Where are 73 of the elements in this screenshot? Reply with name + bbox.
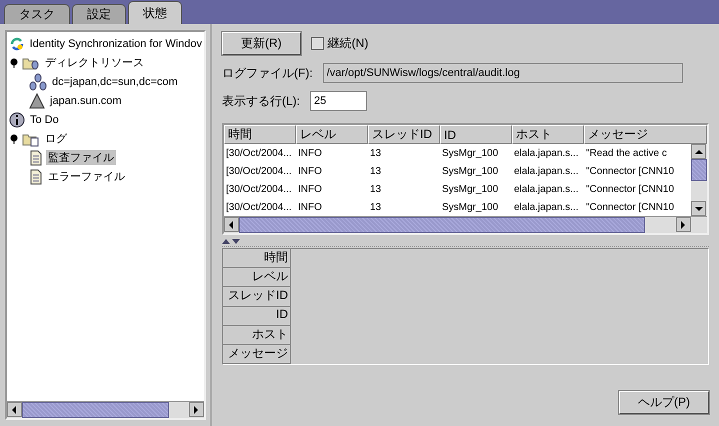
right-arrow-icon — [192, 406, 200, 414]
table-cell-text: 13 — [369, 184, 382, 194]
up-arrow-icon — [694, 148, 702, 156]
refresh-button[interactable]: 更新(R) — [222, 32, 301, 55]
expanded-handle-icon[interactable] — [9, 134, 19, 144]
sync-icon — [9, 36, 25, 52]
splitter-arrows-icon[interactable] — [222, 238, 240, 245]
table-cell-text: INFO — [297, 166, 323, 176]
right-arrow-icon — [680, 220, 688, 228]
left-arrow-icon — [228, 220, 236, 228]
tree-item[interactable]: japan.sun.com — [48, 94, 124, 106]
table-cell-text: [30/Oct/2004... — [225, 202, 293, 212]
log-file-field[interactable]: /var/opt/SUNWisw/logs/central/audit.log — [322, 63, 683, 83]
tab[interactable]: 状態 — [128, 1, 182, 24]
tree-item[interactable]: Identity Synchronization for Windov — [28, 38, 204, 50]
horizontal-scrollbar[interactable] — [224, 216, 707, 233]
checkbox[interactable] — [310, 37, 324, 50]
table-cell-text: INFO — [297, 202, 323, 212]
tree-item[interactable]: エラーファイル — [46, 169, 127, 184]
table-cell-text: 13 — [369, 202, 382, 212]
detail-label: レベル — [223, 268, 290, 288]
column-header[interactable]: スレッドID — [368, 125, 440, 144]
triangle-icon — [29, 92, 45, 108]
left-arrow-icon — [10, 406, 18, 414]
tree-item[interactable]: dc=japan,dc=sun,dc=com — [50, 76, 180, 88]
horizontal-scrollbar[interactable] — [7, 401, 204, 418]
tab[interactable]: 設定 — [72, 4, 126, 24]
column-header[interactable]: ID — [440, 125, 512, 144]
tree-item[interactable]: To Do — [28, 114, 61, 126]
down-arrow-icon — [694, 204, 702, 212]
table-cell-text: [30/Oct/2004... — [225, 184, 293, 194]
detail-label: 時間 — [223, 249, 290, 268]
table-cell-text: [30/Oct/2004... — [225, 166, 293, 176]
rows-field[interactable]: 25 — [310, 91, 367, 111]
table-cell-text: SysMgr_100 — [441, 166, 500, 176]
table-cell-text: elala.japan.s... — [513, 166, 580, 176]
detail-label: ホスト — [223, 326, 290, 345]
detail-label: ID — [223, 306, 290, 326]
field-label: ログファイル(F): — [222, 64, 313, 82]
database-icon — [29, 72, 47, 90]
info-icon — [9, 112, 25, 128]
table-cell-text: "Connector [CNN10 — [585, 166, 676, 176]
table-cell-text: elala.japan.s... — [513, 202, 580, 212]
column-header[interactable]: メッセージ — [584, 125, 707, 144]
table-cell-text: SysMgr_100 — [441, 148, 500, 158]
document-icon — [29, 168, 43, 184]
table-cell-text: elala.japan.s... — [513, 148, 580, 158]
document-icon — [29, 150, 43, 166]
column-header[interactable]: レベル — [296, 125, 368, 144]
table-cell-text: [30/Oct/2004... — [225, 148, 293, 158]
table-cell-text: SysMgr_100 — [441, 184, 500, 194]
tree-item[interactable]: ログ — [43, 131, 69, 146]
expanded-handle-icon[interactable] — [9, 58, 19, 68]
vertical-scrollbar[interactable] — [691, 144, 707, 216]
tab[interactable]: タスク — [4, 4, 70, 24]
table-cell-text: "Connector [CNN10 — [585, 184, 676, 194]
detail-label: メッセージ — [223, 344, 290, 364]
field-label: 表示する行(L): — [222, 92, 300, 110]
table-cell-text: 13 — [369, 166, 382, 176]
table-cell-text: "Connector [CNN10 — [585, 202, 676, 212]
checkbox-label: 継続(N) — [328, 35, 368, 52]
table-cell-text: SysMgr_100 — [441, 202, 500, 212]
table-cell-text: "Read the active c — [585, 148, 668, 158]
table-cell-text: 13 — [369, 148, 382, 158]
column-header[interactable]: 時間 — [224, 125, 296, 144]
tree-item[interactable]: ディレクトリソース — [43, 55, 146, 70]
table-cell-text: INFO — [297, 148, 323, 158]
tree-item[interactable]: 監査ファイル — [46, 150, 116, 165]
table-cell-text: INFO — [297, 184, 323, 194]
help-button[interactable]: ヘルプ(P) — [619, 391, 709, 414]
column-header[interactable]: ホスト — [512, 125, 584, 144]
detail-label: スレッドID — [223, 287, 290, 307]
table-cell-text: elala.japan.s... — [513, 184, 580, 194]
